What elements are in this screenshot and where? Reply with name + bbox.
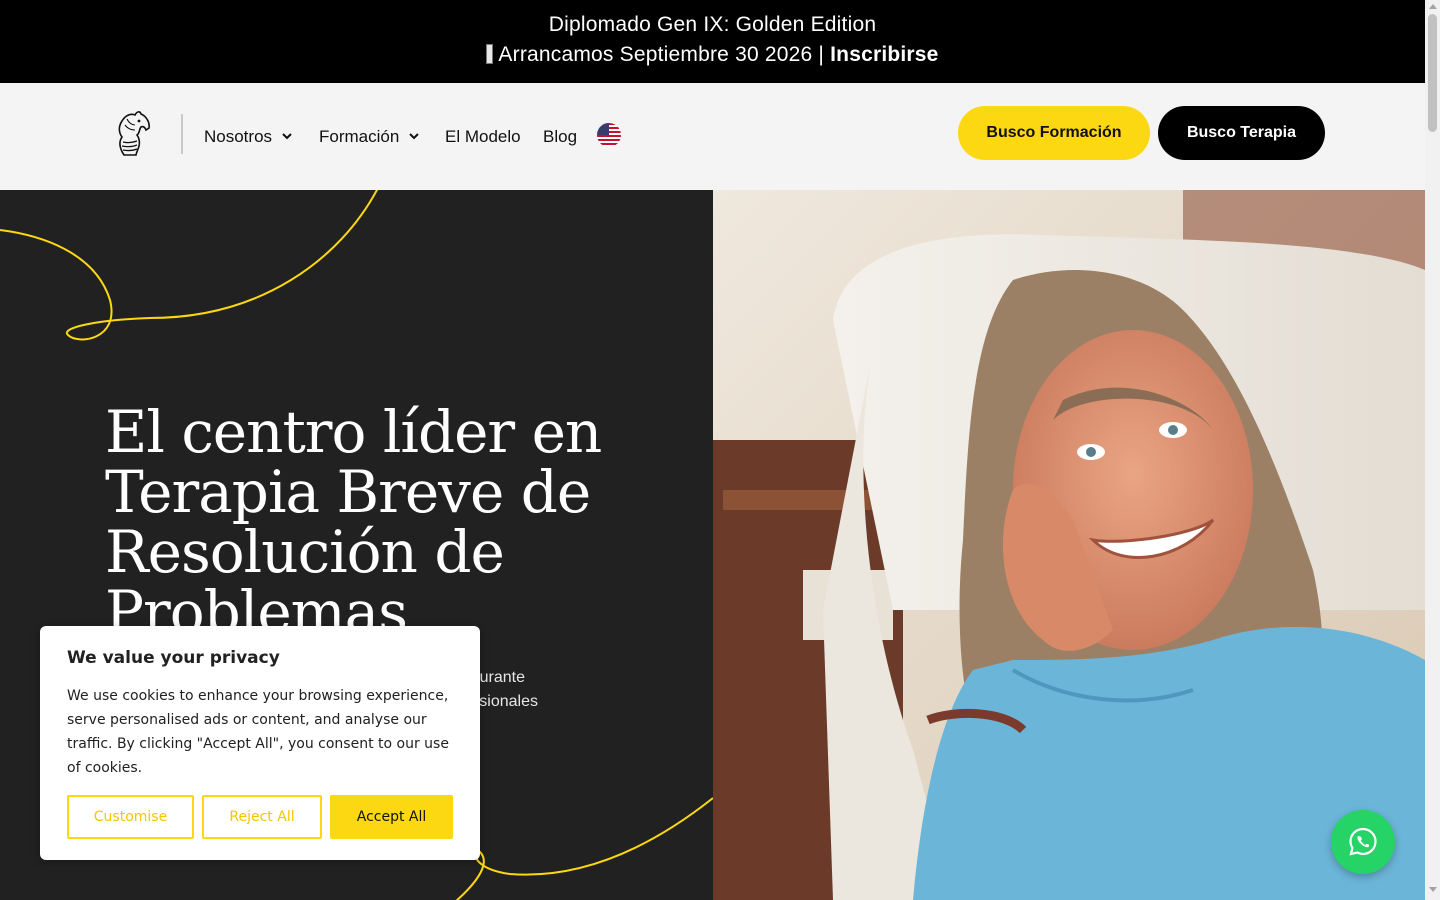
chevron-down-icon (282, 133, 292, 140)
header-divider (181, 114, 183, 154)
calendar-icon (486, 44, 494, 64)
site-header: Nosotros Formación El Modelo Blog Busco … (0, 83, 1425, 190)
nav-formacion[interactable]: Formación (319, 127, 420, 147)
us-flag-icon[interactable] (597, 123, 621, 147)
announcement-title: Diplomado Gen IX: Golden Edition (548, 13, 877, 36)
hero-headline: El centro líder en Terapia Breve de Reso… (105, 398, 602, 646)
nav-nosotros[interactable]: Nosotros (204, 127, 293, 147)
nav-formacion-label: Formación (319, 127, 400, 146)
announcement-date-line: Arrancamos Septiembre 30 2026 | Inscribi… (0, 43, 1425, 67)
scrollbar-thumb[interactable] (1428, 14, 1437, 132)
therapist-photo (713, 190, 1425, 900)
nav-nosotros-label: Nosotros (204, 127, 273, 146)
nav-el-modelo[interactable]: El Modelo (445, 127, 521, 147)
scroll-up-arrow-icon[interactable] (1429, 4, 1437, 9)
hero-photo (713, 190, 1425, 900)
whatsapp-button[interactable] (1331, 810, 1395, 874)
scroll-down-arrow-icon[interactable] (1429, 887, 1437, 892)
cookie-reject-all-button[interactable]: Reject All (202, 795, 322, 839)
cookie-body: We use cookies to enhance your browsing … (67, 688, 449, 776)
announcement-bar: Diplomado Gen IX: Golden Edition Arranca… (0, 0, 1425, 83)
cookie-accept-all-button[interactable]: Accept All (330, 795, 453, 839)
busco-terapia-button[interactable]: Busco Terapia (1158, 106, 1325, 160)
announcement-date: Arrancamos Septiembre 30 2026 | (498, 43, 825, 66)
nav-blog[interactable]: Blog (543, 127, 577, 147)
chevron-down-icon (409, 133, 420, 140)
cookie-customise-button[interactable]: Customise (67, 795, 194, 839)
cookie-title: We value your privacy (67, 648, 280, 668)
announcement-signup-link[interactable]: Inscribirse (830, 43, 938, 66)
scrollbar[interactable] (1425, 0, 1440, 900)
cookie-consent-banner: We value your privacy We use cookies to … (40, 626, 480, 860)
whatsapp-icon (1349, 827, 1377, 856)
busco-formacion-button[interactable]: Busco Formación (958, 106, 1150, 160)
horse-head-logo[interactable] (110, 109, 154, 157)
